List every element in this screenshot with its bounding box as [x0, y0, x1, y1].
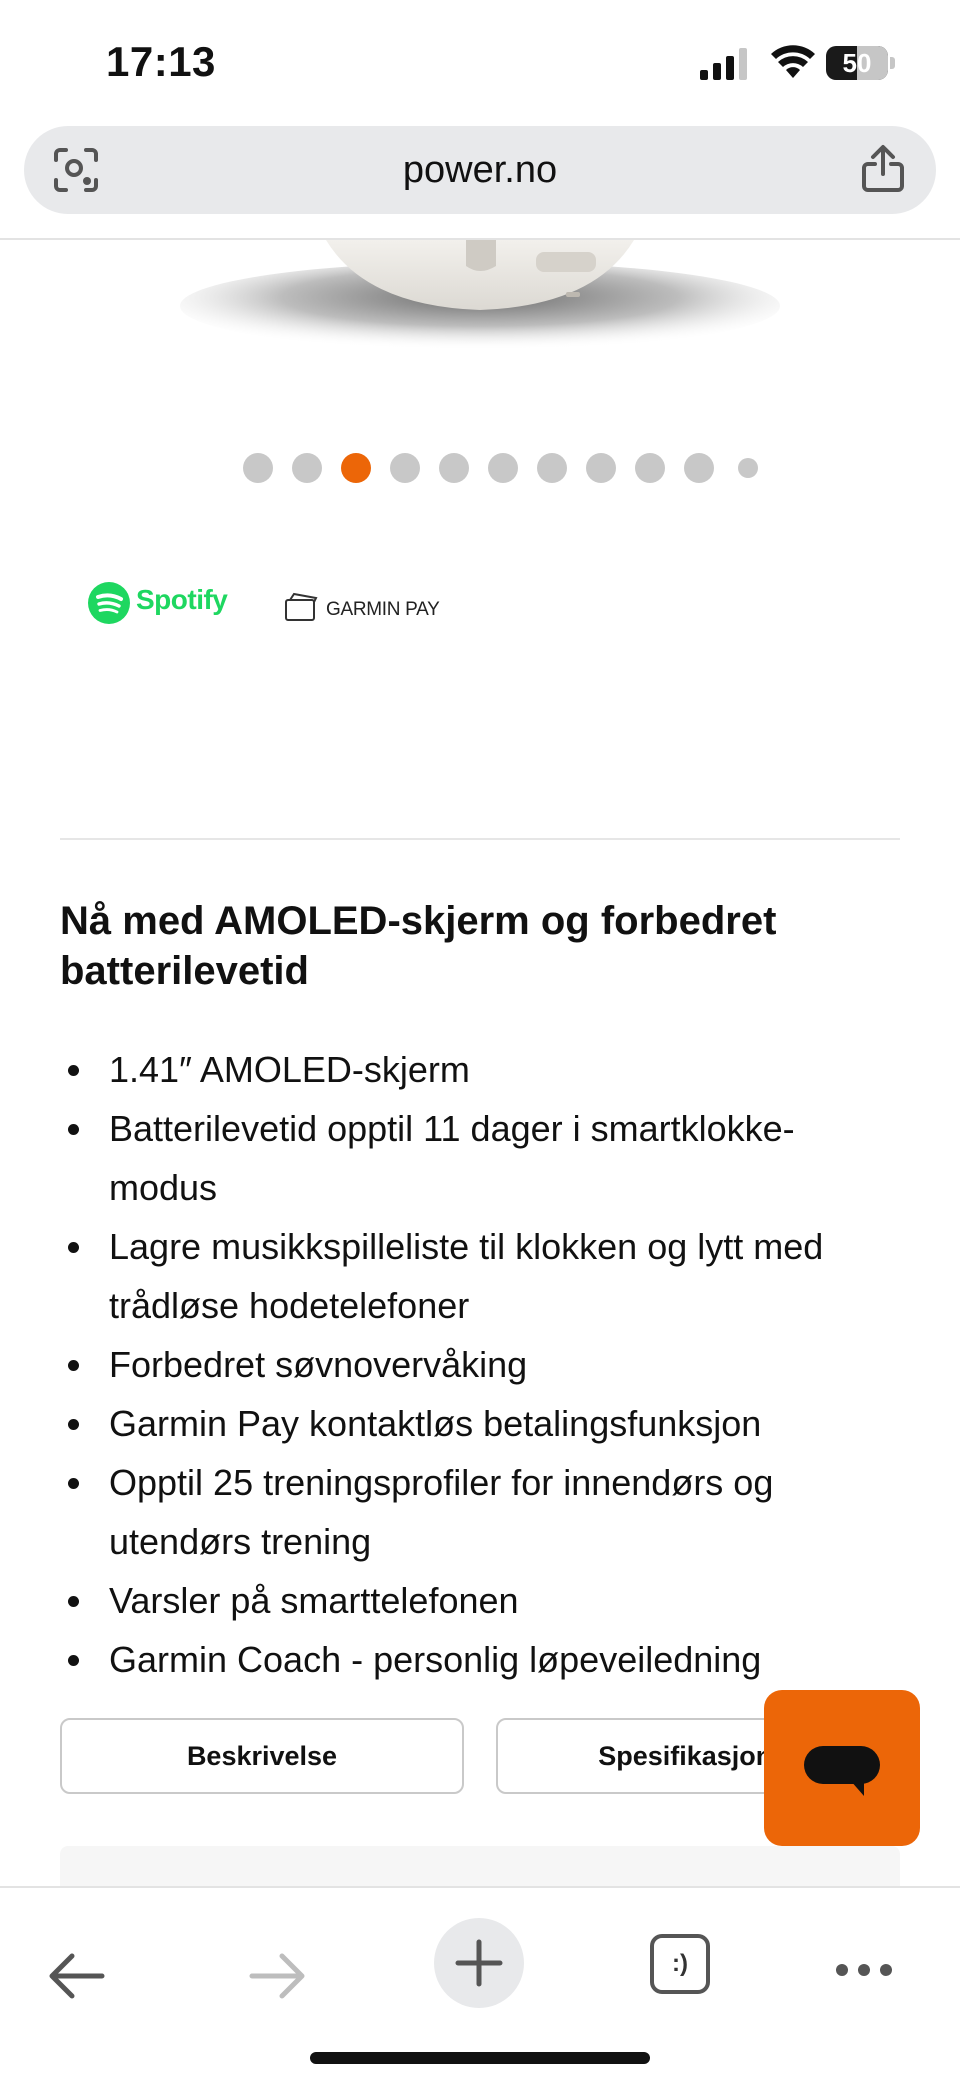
carousel-pagination	[0, 453, 960, 483]
spotify-icon	[88, 582, 130, 624]
plus-icon	[455, 1939, 503, 1987]
browser-toolbar: :)	[0, 1886, 960, 2080]
carousel-dot[interactable]	[390, 453, 420, 483]
feature-item: Forbedret søvnovervåking	[60, 1335, 900, 1394]
feature-item: Opptil 25 treningsprofiler for innendørs…	[60, 1453, 900, 1571]
forward-arrow-icon[interactable]	[248, 1950, 308, 2002]
carousel-dot[interactable]	[684, 453, 714, 483]
carousel-dot[interactable]	[488, 453, 518, 483]
status-bar: 17:13 50	[0, 0, 960, 120]
carousel-dot[interactable]	[586, 453, 616, 483]
feature-item: Varsler på smarttelefonen	[60, 1571, 900, 1630]
carousel-dot[interactable]	[635, 453, 665, 483]
battery-percent: 50	[842, 48, 872, 78]
spotify-wordmark: Spotify	[136, 584, 228, 615]
carousel-dot[interactable]	[243, 453, 273, 483]
carousel-dot[interactable]	[292, 453, 322, 483]
garmin-pay-wordmark: GARMIN PAY	[326, 599, 440, 620]
feature-item: Garmin Pay kontaktløs betalingsfunksjon	[60, 1394, 900, 1453]
tabs-icon[interactable]: :)	[650, 1934, 710, 1994]
garmin-pay-logo: GARMIN PAY	[284, 590, 444, 626]
carousel-dot[interactable]	[537, 453, 567, 483]
content-panel	[60, 1846, 900, 1886]
cellular-signal-icon	[700, 48, 747, 80]
feature-item: Garmin Coach - personlig løpeveiledning	[60, 1630, 900, 1689]
address-bar[interactable]: power.no	[24, 126, 936, 214]
battery-icon: 50	[826, 46, 896, 80]
feature-item: Batterilevetid opptil 11 dager i smartkl…	[60, 1099, 900, 1217]
back-arrow-icon[interactable]	[46, 1950, 106, 2002]
carousel-dot-active[interactable]	[341, 453, 371, 483]
tab-description[interactable]: Beskrivelse	[60, 1718, 464, 1794]
chat-icon	[804, 1746, 880, 1784]
home-indicator	[310, 2052, 650, 2064]
share-icon[interactable]	[860, 144, 906, 194]
feature-item: 1.41″ AMOLED-skjerm	[60, 1040, 900, 1099]
chat-button[interactable]	[764, 1690, 920, 1846]
feature-item: Lagre musikkspilleliste til klokken og l…	[60, 1217, 900, 1335]
feature-list: 1.41″ AMOLED-skjerm Batterilevetid opptil…	[60, 1040, 900, 1689]
more-icon[interactable]	[834, 1962, 894, 1978]
carousel-dot[interactable]	[439, 453, 469, 483]
carousel-dot[interactable]	[738, 458, 758, 478]
wallet-icon	[285, 592, 318, 621]
product-image	[180, 240, 780, 350]
section-heading: Nå med AMOLED-skjerm og forbedret batter…	[60, 899, 777, 993]
section-divider	[60, 838, 900, 840]
url-text: power.no	[402, 149, 558, 191]
new-tab-button[interactable]	[434, 1918, 524, 2008]
wifi-icon	[771, 45, 815, 78]
status-time: 17:13	[106, 38, 216, 85]
spotify-logo: Spotify	[88, 580, 228, 626]
